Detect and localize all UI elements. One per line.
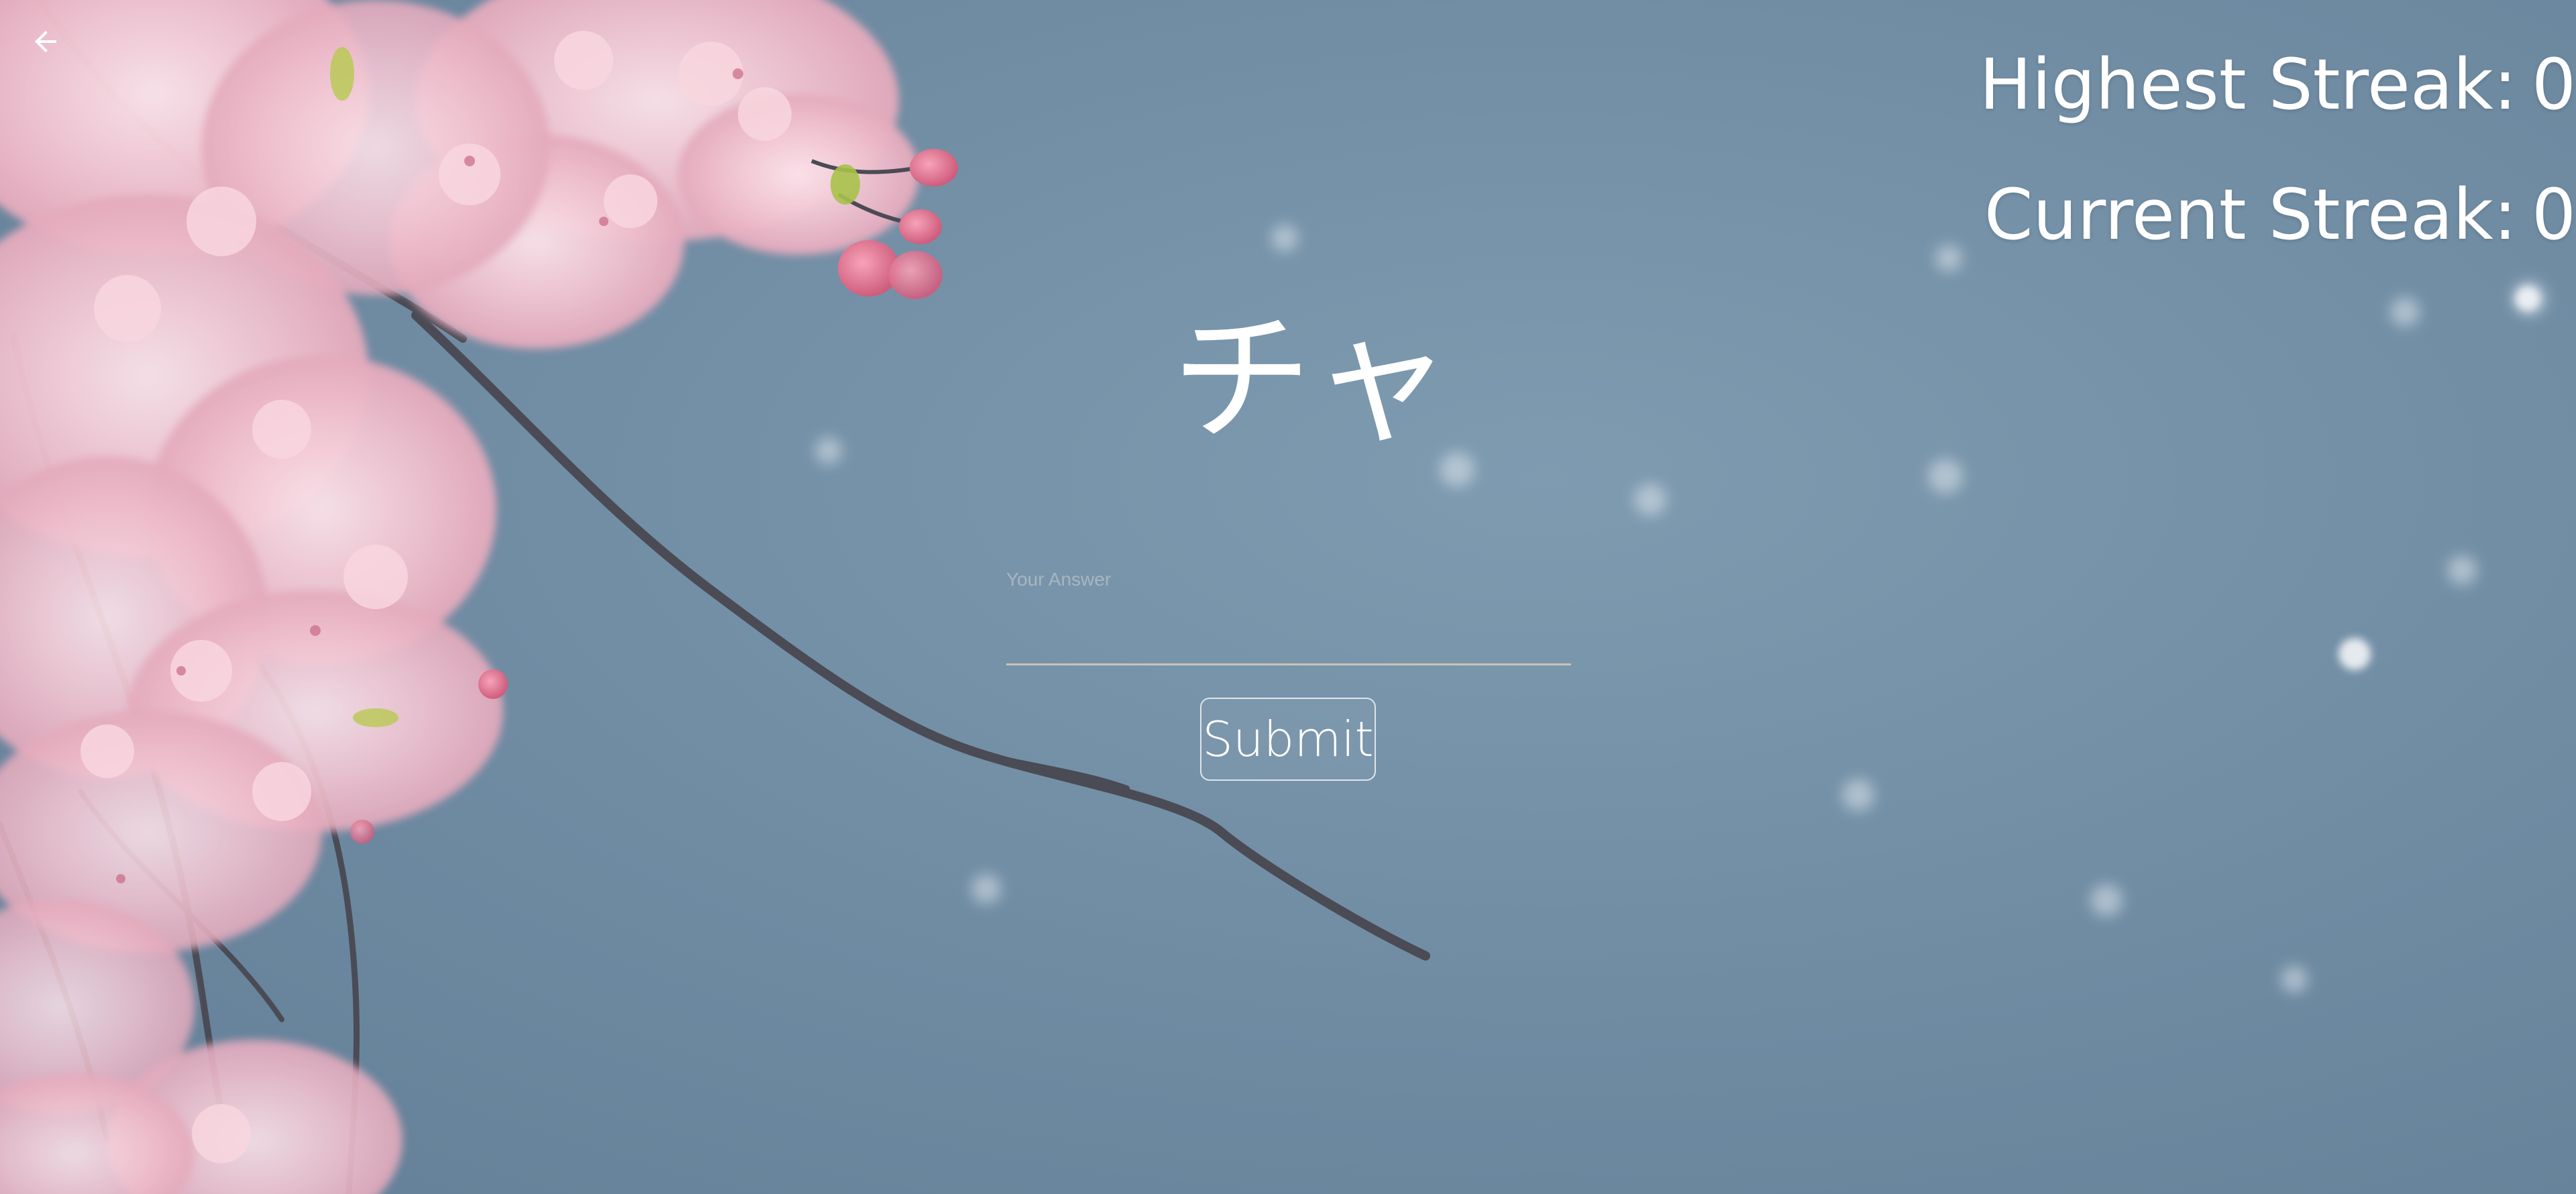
highest-streak-value: 0 xyxy=(2531,44,2576,125)
current-streak-value: 0 xyxy=(2531,174,2576,256)
current-streak-label: Current Streak: xyxy=(1984,174,2517,256)
current-streak: Current Streak: 0 xyxy=(1984,180,2576,250)
highest-streak-label: Highest Streak: xyxy=(1979,44,2517,125)
answer-input[interactable] xyxy=(1006,610,1571,665)
highest-streak: Highest Streak: 0 xyxy=(1980,50,2576,119)
quiz-character: チャ xyxy=(1171,297,1452,462)
arrow-left-icon xyxy=(35,31,56,52)
back-button[interactable] xyxy=(27,23,64,60)
answer-field: Your Answer xyxy=(1006,569,1571,665)
submit-button[interactable]: Submit xyxy=(1200,698,1376,781)
answer-label: Your Answer xyxy=(1006,569,1112,590)
